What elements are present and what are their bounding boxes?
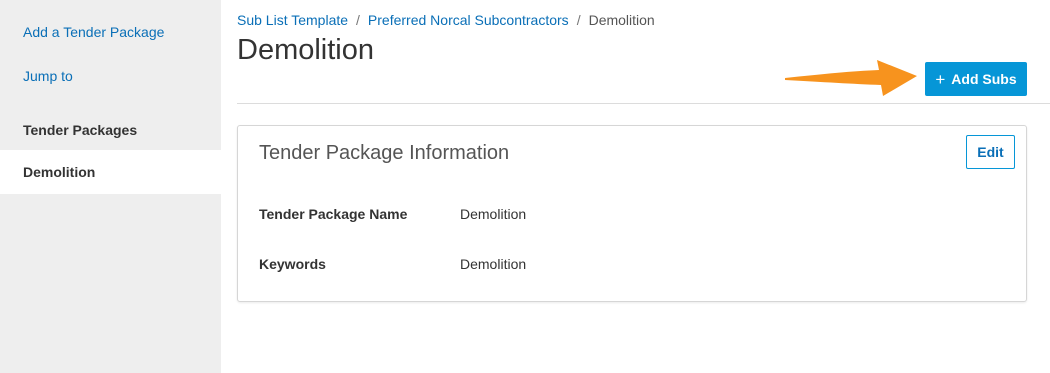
sidebar-item-demolition[interactable]: Demolition — [0, 150, 221, 194]
edit-button[interactable]: Edit — [966, 135, 1015, 169]
breadcrumb-separator: / — [356, 12, 360, 28]
plus-icon: + — [935, 69, 946, 89]
page-title: Demolition — [237, 34, 374, 66]
sidebar: Add a Tender Package Jump to Tender Pack… — [0, 0, 221, 373]
orange-arrow-annotation — [785, 60, 917, 96]
tender-package-name-value: Demolition — [460, 206, 527, 222]
breadcrumb-sub-list-template[interactable]: Sub List Template — [237, 12, 348, 28]
breadcrumb-separator: / — [576, 12, 581, 28]
main-content: Sub List Template / Preferred Norcal Subco… — [221, 0, 1050, 373]
keywords-label: Keywords — [259, 256, 326, 272]
card-title: Tender Package Information — [259, 142, 510, 164]
breadcrumb: Sub List Template / Preferred Norcal Subco… — [237, 12, 655, 28]
tender-package-info-card: Tender Package Information Edit Tender P… — [237, 125, 1027, 302]
tender-package-name-label: Tender Package Name — [259, 206, 408, 222]
add-subs-label: Add Subs — [951, 71, 1017, 87]
jump-to-link[interactable]: Jump to — [23, 68, 73, 84]
sidebar-item-label: Demolition — [23, 164, 96, 180]
keywords-value: Demolition — [460, 256, 527, 272]
header-divider — [237, 103, 1050, 104]
add-tender-package-link[interactable]: Add a Tender Package — [23, 24, 164, 40]
breadcrumb-current: Demolition — [588, 12, 655, 28]
tender-packages-heading[interactable]: Tender Packages — [23, 122, 137, 138]
add-subs-button[interactable]: + Add Subs — [925, 62, 1027, 96]
breadcrumb-preferred-norcal[interactable]: Preferred Norcal Subcontractors — [368, 12, 569, 28]
